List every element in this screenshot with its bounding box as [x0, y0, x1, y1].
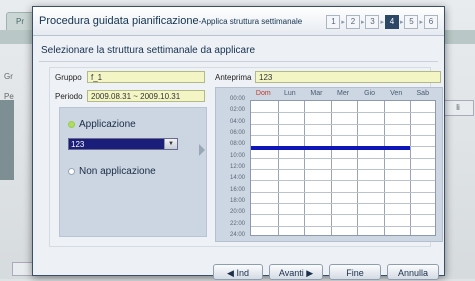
apply-options-panel: Applicazione 123 ▼ Non applicazione [59, 107, 207, 237]
step-5: 5 [404, 15, 419, 29]
dialog-title: Procedura guidata pianificazione-Applica… [39, 15, 302, 27]
next-button[interactable]: Avanti ▶ [269, 264, 323, 280]
hour-tick-label: 12:00 [229, 164, 245, 170]
finish-button[interactable]: Fine [329, 264, 381, 280]
grid-hour-line [251, 135, 435, 136]
day-label-mer: Mer [336, 90, 350, 97]
grid-hour-line [251, 123, 435, 125]
step-separator-icon: ▸ [419, 19, 423, 26]
dialog-subtitle: -Applica struttura settimanale [198, 17, 303, 26]
grid-hour-line [251, 203, 435, 204]
day-label-mar: Mar [310, 90, 323, 97]
heading-divider [39, 61, 438, 62]
hour-tick-label: 24:00 [229, 232, 245, 238]
background-side-panel [0, 100, 14, 180]
dialog-titlebar: Procedura guidata pianificazione-Applica… [33, 7, 444, 36]
weekly-structure-value: 123 [71, 140, 85, 149]
grid-hour-line [251, 169, 435, 170]
background-label-gruppo: Gr [4, 72, 13, 81]
grid-hour-line [251, 112, 435, 114]
day-label-sab: Sab [416, 90, 429, 97]
hour-tick-label: 04:00 [229, 118, 245, 125]
hour-tick-label: 06:00 [229, 130, 245, 136]
arrow-right-icon [199, 144, 205, 156]
background-tab: Pr [6, 12, 34, 32]
anteprima-field: 123 [255, 71, 441, 83]
schedule-bar [251, 146, 411, 151]
grid-hour-line [251, 225, 435, 227]
grid-hour-line [251, 214, 435, 216]
day-label-lun: Lun [284, 90, 296, 97]
step-4-active: 4 [384, 15, 399, 29]
anteprima-label: Anteprima [215, 73, 252, 82]
grid-hour-line [251, 191, 435, 193]
hour-tick-label: 18:00 [229, 198, 245, 204]
applicazione-radio[interactable] [68, 121, 75, 128]
step-indicator: 1 ▸ 2 ▸ 3 ▸ 4 ▸ 5 ▸ 6 [326, 15, 438, 29]
cancel-button[interactable]: Annulla [387, 264, 439, 280]
day-label-gio: Gio [364, 90, 376, 97]
hour-tick-label: 14:00 [229, 175, 245, 182]
dialog-title-text: Procedura guidata pianificazione [39, 15, 199, 27]
gruppo-label: Gruppo [55, 73, 82, 82]
step-1: 1 [326, 15, 341, 29]
hour-tick-label: 16:00 [229, 186, 245, 193]
hour-tick-label: 08:00 [229, 141, 245, 148]
step-separator-icon: ▸ [360, 19, 365, 26]
back-button[interactable]: ◀ Ind [213, 264, 263, 280]
day-label-dom: Dom [255, 90, 271, 97]
weekly-structure-select[interactable]: 123 ▼ [68, 138, 178, 150]
chevron-down-icon[interactable]: ▼ [164, 139, 177, 149]
schedule-wizard-dialog: Procedura guidata pianificazione-Applica… [32, 6, 445, 280]
step-separator-icon: ▸ [380, 19, 384, 26]
grid-hour-line [251, 157, 435, 159]
step-3: 3 [365, 15, 380, 29]
step-separator-icon: ▸ [399, 19, 404, 26]
hour-tick-label: 22:00 [229, 220, 245, 227]
periodo-label: Periodo [55, 92, 83, 101]
gruppo-field: f_1 [87, 71, 205, 83]
day-header: Dom Lun Mar Mer Gio Ven Sab [250, 90, 436, 100]
applicazione-label[interactable]: Applicazione [79, 119, 136, 130]
non-applicazione-label[interactable]: Non applicazione [79, 166, 156, 177]
step-6: 6 [424, 15, 438, 29]
background-side-button: li [442, 100, 474, 116]
schedule-grid [250, 100, 436, 236]
hour-tick-label: 00:00 [229, 96, 245, 102]
non-applicazione-radio[interactable] [68, 168, 75, 175]
step-separator-icon: ▸ [341, 19, 345, 26]
grid-hour-line [251, 180, 435, 182]
step-2: 2 [345, 15, 360, 29]
weekly-preview: Dom Lun Mar Mer Gio Ven Sab 00:00 02:00 04:00 06:… [215, 87, 443, 242]
step-heading: Selezionare la struttura settimanale da … [41, 45, 256, 56]
hour-tick-label: 20:00 [229, 209, 245, 216]
hour-tick-label: 02:00 [229, 107, 245, 114]
day-label-ven: Ven [390, 90, 403, 97]
hour-tick-label: 10:00 [229, 152, 245, 159]
periodo-field: 2009.08.31 ~ 2009.10.31 [87, 90, 205, 102]
